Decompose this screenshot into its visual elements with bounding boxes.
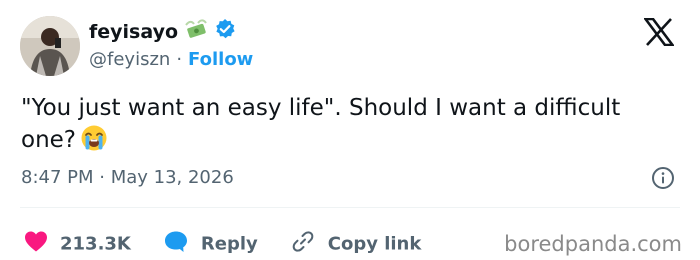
- separator-dot: ·: [176, 49, 183, 70]
- verified-badge-icon: [214, 18, 236, 46]
- like-count: 213.3K: [60, 233, 131, 255]
- copy-link-label: Copy link: [327, 233, 422, 255]
- author-name-row[interactable]: feyisayo: [89, 18, 236, 46]
- divider: [20, 207, 680, 208]
- tweet-text-block: "You just want an easy life". Should I w…: [21, 92, 661, 161]
- avatar[interactable]: [20, 16, 80, 76]
- info-icon[interactable]: [651, 166, 675, 190]
- tweet-text: "You just want an easy life". Should I w…: [21, 95, 621, 153]
- tweet-actions: 213.3K Reply Copy link: [24, 229, 421, 260]
- like-button[interactable]: 213.3K: [24, 231, 131, 258]
- x-logo-icon[interactable]: [642, 17, 676, 47]
- money-with-wings-icon: [185, 19, 207, 45]
- handle-row: @feyiszn · Follow: [89, 48, 253, 72]
- watermark: boredpanda.com: [504, 232, 682, 256]
- author-handle[interactable]: @feyiszn: [89, 48, 170, 72]
- heart-icon: [24, 231, 48, 258]
- reply-bubble-icon: [163, 230, 189, 259]
- copy-link-button[interactable]: Copy link: [290, 229, 422, 260]
- tweet-timestamp[interactable]: 8:47 PM · May 13, 2026: [21, 167, 234, 189]
- reply-label: Reply: [200, 233, 258, 255]
- follow-button[interactable]: Follow: [188, 48, 253, 72]
- loudly-crying-face-icon: [80, 124, 108, 161]
- reply-button[interactable]: Reply: [163, 230, 258, 259]
- link-icon: [290, 229, 316, 260]
- author-name[interactable]: feyisayo: [89, 20, 178, 44]
